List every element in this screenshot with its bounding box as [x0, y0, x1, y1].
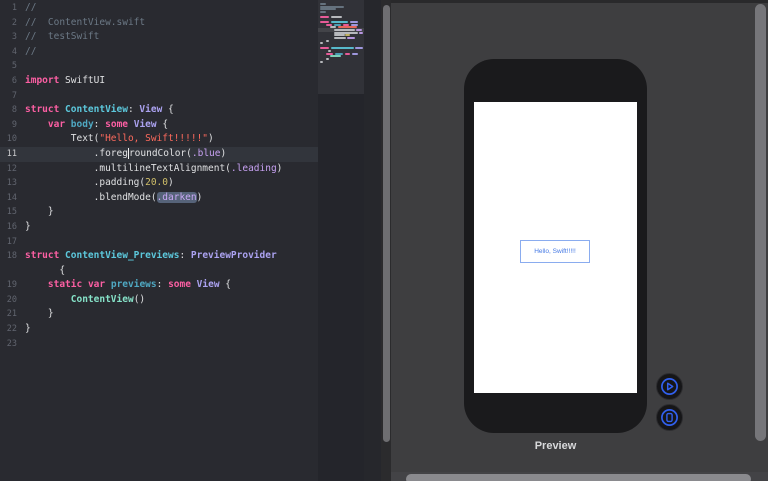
minimap-bar [359, 32, 363, 34]
minimap-bar [345, 53, 350, 55]
line-number: 16 [6, 221, 17, 232]
code-line-9[interactable]: 9 var body: some View { [0, 118, 318, 133]
minimap-bar [320, 42, 323, 44]
code-line-wrap[interactable]: { [0, 264, 318, 279]
code-line-11[interactable]: 11 .foregroundColor(.blue) [0, 146, 318, 162]
minimap[interactable] [318, 0, 364, 481]
line-number: 2 [11, 17, 17, 28]
minimap-bar [334, 37, 346, 39]
code-line-10[interactable]: 10 Text("Hello, Swift!!!!!") [0, 132, 318, 147]
minimap-bar [356, 29, 362, 31]
preview-text-selection[interactable]: Hello, Swift!!!!! [520, 240, 590, 263]
minimap-bar [320, 8, 336, 10]
code-line-19[interactable]: 19 static var previews: some View { [0, 278, 318, 293]
line-number: 12 [6, 163, 17, 174]
line-number: 15 [6, 207, 17, 218]
preview-label: Preview [534, 440, 577, 452]
code-line-20[interactable]: 20 ContentView() [0, 293, 318, 308]
code-line-6[interactable]: 6 import SwiftUI [0, 74, 318, 89]
line-number: 18 [6, 251, 17, 262]
code-line-21[interactable]: 21 } [0, 307, 318, 322]
code-line-8[interactable]: 8 struct ContentView: View { [0, 103, 318, 118]
code-line-2[interactable]: 2// ContentView.swift [0, 16, 318, 31]
code-line-15[interactable]: 15 } [0, 205, 318, 220]
line-number: 22 [6, 324, 17, 335]
minimap-bar [334, 34, 345, 36]
minimap-bar [345, 34, 350, 36]
minimap-bar [320, 11, 326, 13]
code-line-12[interactable]: 12 .multilineTextAlignment(.leading) [0, 162, 318, 177]
code-line-16[interactable]: 16} [0, 220, 318, 235]
minimap-bar [330, 26, 336, 28]
line-number: 10 [6, 134, 17, 145]
line-number: 20 [6, 294, 17, 305]
minimap-bar [320, 21, 329, 23]
minimap-bar [326, 58, 329, 60]
code-line-17[interactable]: 17 [0, 235, 318, 250]
pane-divider[interactable] [381, 0, 391, 481]
minimap-bar [326, 40, 329, 42]
code-line-14[interactable]: 14 .blendMode(.darken) [0, 191, 318, 206]
minimap-gap [364, 0, 381, 481]
editor-scrollbar-thumb[interactable] [383, 5, 390, 442]
minimap-bar [338, 26, 357, 28]
code-line-4[interactable]: 4// [0, 45, 318, 60]
minimap-bar [352, 53, 358, 55]
code-line-18[interactable]: 18 struct ContentView_Previews: PreviewPr… [0, 249, 318, 264]
device-preview[interactable]: Hello, Swift!!!!! [464, 59, 647, 433]
code-line-5[interactable]: 5 [0, 59, 318, 74]
preview-canvas[interactable]: Hello, Swift!!!!! Preview [391, 0, 768, 481]
minimap-bar [320, 61, 323, 63]
canvas-vertical-scrollbar[interactable] [755, 4, 766, 441]
preview-on-device-button[interactable] [656, 404, 683, 431]
minimap-bar [330, 55, 341, 57]
minimap-bar [328, 50, 331, 52]
line-number: 21 [6, 309, 17, 320]
code-line-7[interactable]: 7 [0, 89, 318, 104]
code-line-22[interactable]: 22} [0, 322, 318, 337]
line-number: 3 [11, 32, 17, 43]
line-number: 13 [6, 178, 17, 189]
live-preview-button[interactable] [656, 373, 683, 400]
canvas-top-border [391, 0, 768, 3]
minimap-bar [320, 3, 326, 5]
minimap-bar [355, 47, 363, 49]
minimap-bar [331, 16, 342, 18]
line-number: 8 [11, 105, 17, 116]
minimap-bar [334, 29, 355, 31]
code-lines[interactable]: 1//2// ContentView.swift 3// testSwift 4//… [0, 1, 318, 351]
canvas-horizontal-scrollbar[interactable] [406, 474, 751, 481]
play-icon [661, 378, 678, 395]
line-number: 1 [11, 3, 17, 13]
line-number: 23 [6, 338, 17, 349]
line-number [0, 264, 17, 279]
minimap-bar [320, 47, 329, 49]
line-number: 7 [11, 90, 17, 101]
code-line-3[interactable]: 3// testSwift [0, 30, 318, 45]
code-editor[interactable]: 1//2// ContentView.swift 3// testSwift 4//… [0, 0, 381, 481]
line-number: 19 [6, 280, 17, 291]
code-line-1[interactable]: 1// [0, 1, 318, 16]
line-number: 5 [11, 61, 17, 72]
line-number: 4 [11, 46, 17, 57]
device-icon [661, 409, 678, 426]
code-line-13[interactable]: 13 .padding(20.0) [0, 176, 318, 191]
minimap-bar [331, 21, 348, 23]
line-number: 6 [11, 75, 17, 86]
line-number: 17 [6, 236, 17, 247]
minimap-background [318, 94, 364, 481]
minimap-bar [347, 37, 355, 39]
minimap-bar [331, 47, 354, 49]
line-number: 9 [11, 119, 17, 130]
line-number: 14 [6, 192, 17, 203]
line-number: 11 [6, 148, 17, 159]
minimap-bar [350, 21, 358, 23]
code-line-23[interactable]: 23 [0, 337, 318, 352]
minimap-bar [320, 16, 329, 18]
device-screen[interactable]: Hello, Swift!!!!! [474, 102, 637, 393]
